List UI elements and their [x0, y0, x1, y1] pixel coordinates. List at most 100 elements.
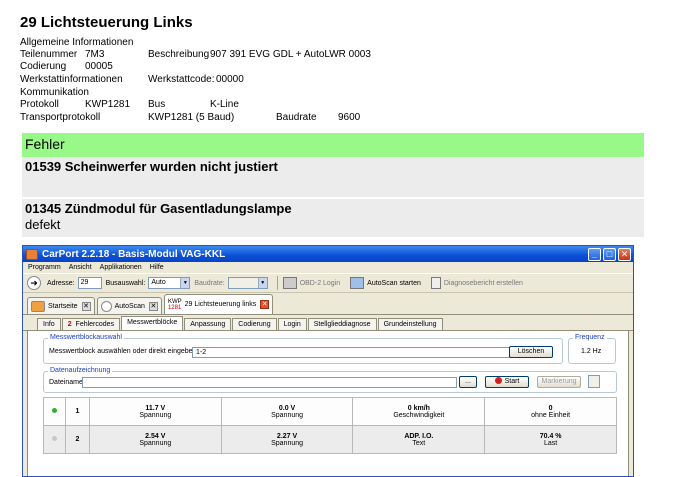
status-dot-icon	[51, 436, 57, 441]
cell-unit: Last	[544, 439, 558, 447]
cell-value: 0.0 V	[278, 404, 296, 412]
cell-value: 0	[548, 404, 553, 412]
mwb-select[interactable]: 1-2 ▼	[192, 347, 520, 358]
row-status[interactable]	[43, 425, 66, 454]
address-label: Adresse:	[47, 279, 75, 287]
close-icon[interactable]: ✕	[148, 301, 158, 311]
menu-ansicht[interactable]: Ansicht	[69, 264, 92, 271]
toolbar-separator	[276, 276, 278, 290]
kwp-icon: KWP 1281	[168, 299, 182, 311]
coding-label: Codierung	[20, 61, 67, 72]
toolbar: ➜ Adresse: 29 Busauswahl: Auto ▼ Baudrat…	[23, 273, 633, 293]
tab-startseite[interactable]: Startseite ✕	[27, 297, 95, 314]
tab-info[interactable]: Info	[37, 318, 61, 330]
chevron-down-icon: ▼	[180, 278, 190, 288]
start-button[interactable]: Start	[485, 376, 529, 388]
protocol-label: Protokoll	[20, 99, 59, 110]
tab-codierung[interactable]: Codierung	[232, 318, 277, 330]
part-number-value: 7M3	[85, 49, 105, 60]
bus-label: Bus	[148, 99, 166, 110]
fault-section-header: Fehler	[22, 133, 644, 157]
value-cell: 0 km/h Geschwindigkeit	[352, 397, 486, 426]
frequency-value: 1.2 Hz	[581, 348, 602, 355]
minimize-button[interactable]: _	[588, 247, 601, 261]
connect-arrow-icon[interactable]: ➜	[27, 276, 41, 290]
tab-startseite-label: Startseite	[48, 302, 78, 310]
value-cell: 0 ohne Einheit	[484, 397, 617, 426]
diagnosis-report-label: Diagnosebericht erstellen	[443, 279, 523, 287]
measuring-blocks-panel: Messwertblockauswahl Messwertblock auswä…	[27, 331, 629, 476]
baud-select[interactable]: ▼	[227, 277, 268, 289]
baud-label: Baudrate	[276, 112, 317, 123]
general-info-heading: Allgemeine Informationen	[20, 37, 134, 48]
close-icon[interactable]: ✕	[260, 300, 270, 309]
tab-stellglieddiagnose[interactable]: Stellglieddiagnose	[307, 318, 377, 330]
module-tab-bar: Startseite ✕ AutoScan ✕ KWP 1281 29 Lich…	[23, 293, 633, 315]
browse-button[interactable]: ...	[459, 376, 477, 388]
kwp-icon-bottom: 1281	[167, 304, 182, 311]
cell-value: ADP. I.O.	[404, 432, 434, 440]
maximize-button[interactable]: □	[603, 247, 616, 261]
bus-select[interactable]: Auto ▼	[148, 277, 191, 289]
autoscan-start-label: AutoScan starten	[367, 279, 421, 287]
menu-applikationen[interactable]: Applikationen	[100, 264, 142, 271]
home-icon	[31, 300, 45, 312]
address-input[interactable]: 29	[77, 277, 102, 289]
tab-messwertbloecke[interactable]: Messwertblöcke	[121, 316, 184, 330]
transport-label: Transportprotokoll	[20, 112, 101, 123]
tab-autoscan[interactable]: AutoScan ✕	[96, 297, 162, 314]
window-titlebar[interactable]: CarPort 2.2.18 - Basis-Modul VAG-KKL _ □…	[23, 246, 633, 262]
delete-button[interactable]: Löschen	[509, 346, 553, 358]
tab-login[interactable]: Login	[277, 318, 307, 330]
cell-unit: Spannung	[271, 439, 304, 447]
mwb-selection-group: Messwertblockauswahl Messwertblock auswä…	[43, 334, 563, 364]
cell-value: 2.27 V	[276, 432, 298, 440]
baud-select-label: Baudrate:	[194, 279, 225, 287]
close-button[interactable]: ✕	[618, 247, 631, 261]
bus-select-value: Auto	[151, 279, 166, 286]
start-button-label: Start	[504, 378, 520, 385]
menu-hilfe[interactable]: Hilfe	[150, 264, 164, 271]
fault-title: 01345 Zündmodul für Gasentladungslampe	[25, 201, 292, 216]
tab-anpassung[interactable]: Anpassung	[184, 318, 232, 330]
filename-input[interactable]	[82, 377, 457, 388]
baud-value: 9600	[338, 112, 361, 123]
fault-count-badge: 2	[67, 321, 72, 328]
tab-fehlercodes[interactable]: 2 Fehlercodes	[61, 318, 121, 330]
value-cell: 0.0 V Spannung	[220, 397, 354, 426]
description-value: 907 391 EVG GDL + AutoLWR 0003	[210, 49, 371, 60]
value-cell: 2.27 V Spannung	[220, 425, 354, 454]
data-recording-group: Datenaufzeichnung Dateiname ... Start Ma…	[43, 367, 617, 393]
menu-programm[interactable]: Programm	[28, 264, 61, 271]
obd-login-button[interactable]: OBD-2 Login	[282, 277, 340, 289]
row-status[interactable]	[43, 397, 66, 426]
status-dot-icon	[51, 408, 57, 413]
cell-unit: Spannung	[139, 439, 172, 447]
tab-grundeinstellung[interactable]: Grundeinstellung	[377, 318, 443, 330]
workshop-info-label: Werkstattinformationen	[20, 74, 123, 85]
value-cell: ADP. I.O. Text	[352, 425, 486, 454]
fault-title: 01539 Scheinwerfer wurden nicht justiert	[25, 159, 278, 174]
function-tab-bar: Info 2 Fehlercodes Messwertblöcke Anpass…	[23, 316, 633, 331]
report-title: 29 Lichtsteuerung Links	[20, 14, 193, 31]
autoscan-start-button[interactable]: AutoScan starten	[350, 277, 421, 289]
mwb-select-label: Messwertblock auswählen oder direkt eing…	[49, 348, 199, 355]
communication-heading: Kommunikation	[20, 87, 89, 98]
chevron-down-icon: ▼	[257, 278, 267, 288]
mwb-select-value: 1-2	[196, 349, 207, 356]
table-row: 1 11.7 V Spannung 0.0 V Spannung 0 km/h Ges…	[43, 397, 617, 426]
cell-value: 0 km/h	[407, 404, 430, 412]
block-number: 1	[64, 397, 90, 426]
cell-unit: ohne Einheit	[531, 411, 571, 419]
cell-value: 2.54 V	[145, 432, 166, 440]
frequency-label: Frequenz	[573, 334, 607, 341]
frequency-group: Frequenz 1.2 Hz	[568, 334, 616, 364]
diagnosis-report-button[interactable]: Diagnosebericht erstellen	[430, 277, 523, 289]
tab-lichtsteuerung[interactable]: KWP 1281 29 Lichtsteuerung links ✕	[163, 294, 274, 314]
close-icon[interactable]: ✕	[81, 301, 91, 311]
block-number: 2	[64, 425, 90, 454]
mark-button[interactable]: Markierung	[537, 376, 581, 388]
app-icon	[26, 248, 38, 260]
cell-value: 11.7 V	[145, 404, 166, 412]
value-cell: 11.7 V Spannung	[88, 397, 222, 426]
